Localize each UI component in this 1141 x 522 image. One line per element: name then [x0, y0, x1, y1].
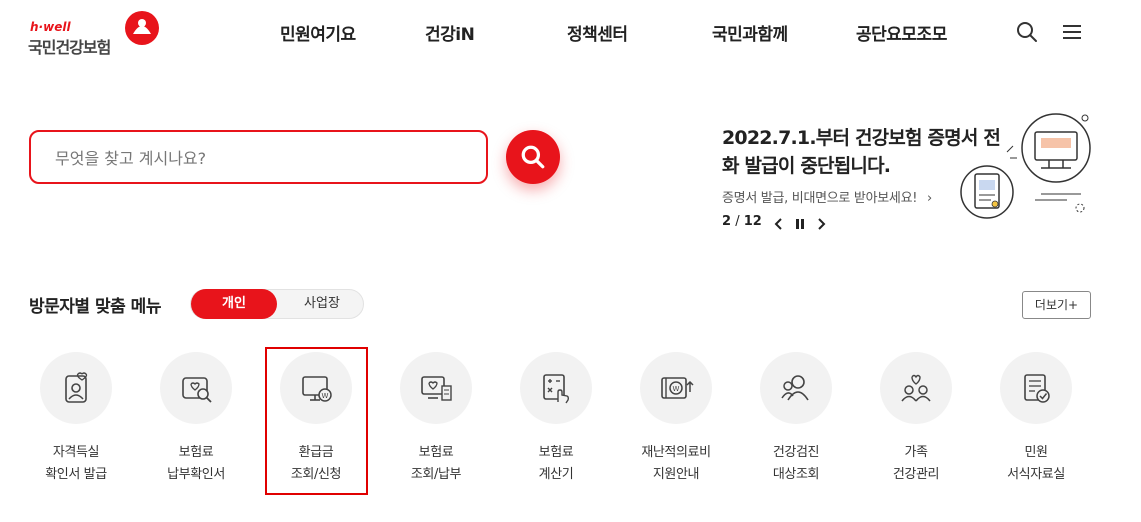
menu-label-line2: 서식자료실: [1007, 467, 1065, 482]
menu-label-line1: 자격득실: [52, 445, 100, 460]
menu-label: 보험료 조회/납부: [376, 442, 496, 486]
menu-icon-circle: [1000, 352, 1072, 424]
menu-label-line2: 건강관리: [892, 467, 940, 482]
menu-icon-circle: [400, 352, 472, 424]
menu-label-line1: 보험료: [178, 445, 214, 460]
menu-item-premium-calculator[interactable]: 보험료 계산기: [496, 352, 616, 492]
search-icon[interactable]: [1015, 20, 1039, 44]
logo-brand: h·well: [30, 20, 71, 34]
menu-label-line1: 건강검진: [772, 445, 820, 460]
menu-icon-circle: [160, 352, 232, 424]
search-button[interactable]: [506, 130, 560, 184]
menu-label: 민원 서식자료실: [976, 442, 1096, 486]
menu-label: 환급금 조회/신청: [256, 442, 376, 486]
wallet-won-icon: W: [661, 377, 694, 399]
menu-icon[interactable]: [1060, 20, 1084, 44]
menu-item-family-health[interactable]: 가족 건강관리: [856, 352, 976, 492]
toggle-business[interactable]: 사업장: [279, 289, 365, 319]
menu-label: 자격득실 확인서 발급: [16, 442, 136, 486]
menu-section-title: 방문자별 맞춤 메뉴: [29, 297, 161, 317]
chevron-left-icon[interactable]: [771, 216, 787, 232]
menu-label-line2: 조회/납부: [410, 467, 462, 482]
menu-label-line2: 조회/신청: [290, 467, 342, 482]
notice-pager: 2 / 12: [722, 214, 762, 229]
notice-subtitle: 증명서 발급, 비대면으로 받아보세요!: [722, 191, 918, 206]
certificate-monitor-illustration: [960, 113, 1091, 219]
pause-icon[interactable]: [792, 216, 808, 232]
menu-icon-circle: [520, 352, 592, 424]
people-search-icon: [781, 375, 809, 401]
svg-text:W: W: [322, 392, 329, 400]
calculator-hand-icon: [543, 374, 570, 404]
menu-label-line1: 민원: [1024, 445, 1048, 460]
logo-name: 국민건강보험: [28, 38, 111, 57]
menu-item-payment-confirmation[interactable]: 보험료 납부확인서: [136, 352, 256, 492]
menu-icon-circle: W: [280, 352, 352, 424]
logo[interactable]: h·well 국민건강보험: [28, 10, 168, 57]
menu-label: 보험료 납부확인서: [136, 442, 256, 486]
chevron-right-icon[interactable]: [813, 216, 829, 232]
menu-label: 재난적의료비 지원안내: [616, 442, 736, 486]
notice-subtitle-link[interactable]: 증명서 발급, 비대면으로 받아보세요! ›: [722, 187, 932, 206]
menu-icon-circle: [760, 352, 832, 424]
menu-label-line1: 가족: [904, 445, 928, 460]
search-button-icon: [521, 145, 545, 169]
nav-item-policy[interactable]: 정책센터: [567, 20, 628, 45]
monitor-won-icon: W: [302, 376, 332, 402]
menu-label-line2: 대상조회: [772, 467, 820, 482]
menu-label: 건강검진 대상조회: [736, 442, 856, 486]
menu-label-line1: 보험료: [538, 445, 574, 460]
menu-label-line2: 계산기: [538, 467, 574, 482]
menu-label-line2: 지원안내: [652, 467, 700, 482]
nav-item-together[interactable]: 국민과함께: [712, 20, 788, 45]
nav-item-civil[interactable]: 민원여기요: [280, 20, 356, 45]
menu-item-premium-payment[interactable]: 보험료 조회/납부: [376, 352, 496, 492]
menu-label-line2: 확인서 발급: [45, 467, 107, 482]
menu-item-refund[interactable]: W 환급금 조회/신청: [256, 352, 376, 492]
menu-label-line1: 재난적의료비: [641, 445, 711, 460]
nav-item-health-in[interactable]: 건강iN: [425, 20, 475, 45]
monitor-receipt-icon: [421, 376, 452, 401]
search-box: [29, 130, 488, 184]
menu-icon-circle: W: [640, 352, 712, 424]
menu-icon-circle: [40, 352, 112, 424]
svg-text:W: W: [673, 385, 680, 393]
id-card-heart-icon: [65, 372, 88, 403]
menu-item-health-checkup[interactable]: 건강검진 대상조회: [736, 352, 856, 492]
pager-total: 12: [743, 214, 762, 229]
nav-item-about[interactable]: 공단요모조모: [856, 20, 947, 45]
visitor-type-toggle: 개인 사업장: [190, 289, 364, 319]
menu-label-line1: 보험료: [418, 445, 454, 460]
menu-label-line2: 납부확인서: [167, 467, 225, 482]
menu-label-line1: 환급금: [298, 445, 334, 460]
menu-item-catastrophic-medical[interactable]: W 재난적의료비 지원안내: [616, 352, 736, 492]
menu-item-civil-forms[interactable]: 민원 서식자료실: [976, 352, 1096, 492]
logo-mark-icon: [125, 11, 159, 45]
menu-label: 가족 건강관리: [856, 442, 976, 486]
menu-item-qualification[interactable]: 자격득실 확인서 발급: [16, 352, 136, 492]
pager-current: 2: [722, 214, 732, 229]
toggle-individual[interactable]: 개인: [191, 289, 277, 319]
pager-separator: /: [735, 214, 744, 229]
menu-icon-circle: [880, 352, 952, 424]
menu-label: 보험료 계산기: [496, 442, 616, 486]
document-search-icon: [182, 377, 212, 403]
search-input[interactable]: [55, 144, 455, 172]
more-button[interactable]: 더보기+: [1022, 291, 1091, 319]
chevron-right-icon: ›: [927, 191, 932, 206]
form-check-icon: [1024, 374, 1050, 403]
family-heart-icon: [901, 374, 931, 402]
